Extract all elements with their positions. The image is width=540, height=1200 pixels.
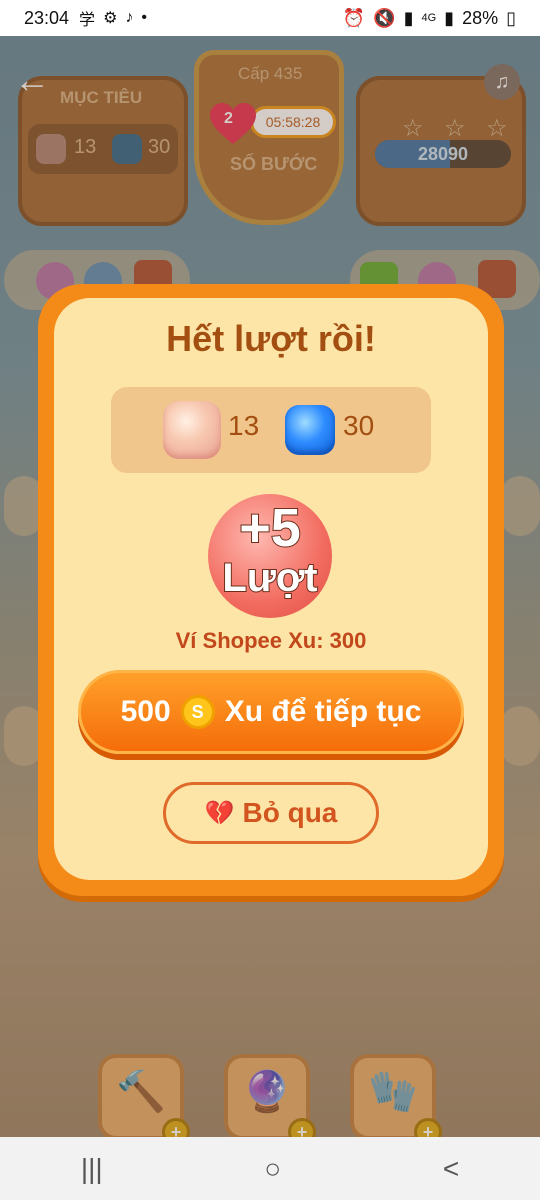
bonus-word: Lượt [221, 555, 318, 601]
blue-candy-icon [285, 405, 335, 455]
pink-candy-icon [163, 401, 221, 459]
network-type: 4G [421, 12, 437, 24]
continue-button[interactable]: 500 S Xu để tiếp tục [78, 670, 464, 754]
signal-icon: ▮ [403, 7, 414, 28]
goal-blue-count: 30 [343, 410, 375, 441]
alarm-icon: ⏰ [342, 7, 366, 28]
gear-icon: ⚙ [103, 10, 118, 27]
nav-back-button[interactable]: < [443, 1153, 459, 1185]
system-nav-bar: ||| ○ < [0, 1137, 540, 1200]
app-notification-icon: 学 [79, 12, 96, 29]
battery-percent: 28% [462, 7, 499, 28]
broken-heart-icon: 💔 [204, 799, 235, 827]
coin-icon: S [180, 695, 215, 729]
goal-box [111, 387, 431, 473]
recent-apps-button[interactable]: ||| [81, 1153, 103, 1185]
status-bar: 23:04 学 ⚙ ♪ • ⏰ 🔇 ▮ 4G ▮ 28% ▯ [0, 0, 540, 36]
status-right-icons: ⏰ 🔇 ▮ 4G ▮ 28% ▯ [343, 8, 516, 29]
wallet-balance: Ví Shopee Xu: 300 [175, 628, 367, 653]
skip-label: Bỏ qua [242, 797, 338, 828]
bonus-plus: +5 [238, 498, 302, 558]
home-button[interactable]: ○ [264, 1153, 281, 1185]
status-left-icons: 学 ⚙ ♪ • [79, 6, 147, 30]
mute-icon: 🔇 [373, 7, 396, 28]
skip-button[interactable]: 💔 Bỏ qua [163, 782, 379, 844]
continue-text: Xu để tiếp tục [224, 695, 422, 728]
battery-icon: ▯ [506, 7, 516, 28]
dot-indicator: • [141, 9, 148, 26]
signal-icon-2: ▮ [444, 7, 455, 28]
dialog-title: Hết lượt rồi! [166, 318, 376, 359]
bonus-moves-text: +5 Lượt [200, 498, 340, 601]
tiktok-icon: ♪ [125, 9, 134, 26]
goal-pink-count: 13 [228, 410, 260, 441]
status-time: 23:04 [24, 7, 70, 28]
continue-amount: 500 [120, 695, 171, 728]
